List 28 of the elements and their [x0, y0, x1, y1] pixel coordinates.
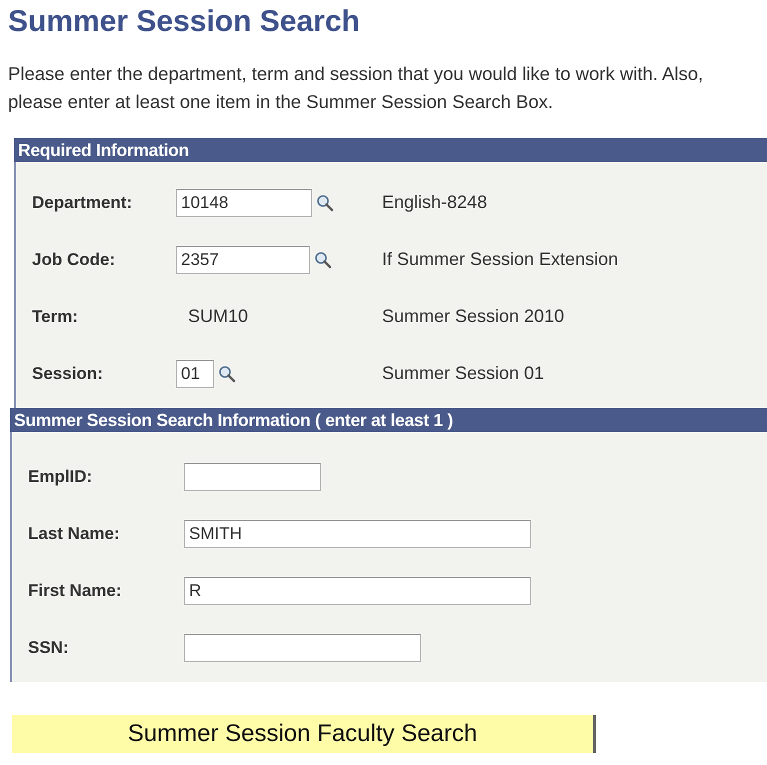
input-field[interactable]: [184, 462, 321, 490]
search-icon[interactable]: [218, 364, 236, 382]
search-icon[interactable]: [314, 250, 332, 268]
field-label: Department:: [31, 192, 134, 212]
field-description: If Summer Session Extension: [382, 249, 618, 270]
field-description: Summer Session 2010: [382, 306, 564, 327]
field-label: SSN:: [27, 638, 70, 658]
field-label: Last Name:: [27, 524, 121, 544]
field-label: Term:: [31, 306, 79, 326]
input-field[interactable]: 2357: [176, 246, 310, 274]
page-title: Summer Session Search: [8, 6, 361, 38]
search-icon[interactable]: [316, 194, 334, 212]
search-button[interactable]: Summer Session Faculty Search: [12, 715, 596, 753]
field-description: English-8248: [382, 192, 488, 213]
field-label: Session:: [31, 364, 104, 384]
field-description: Summer Session 01: [382, 363, 544, 384]
section-header: Required Information: [14, 138, 767, 162]
field-label: First Name:: [27, 580, 123, 600]
input-field[interactable]: [184, 634, 421, 662]
instructions-text: Please enter the department, term and session that you would like to work with. Also, please enter at least one item in the Summer Session Search Box.: [8, 62, 704, 114]
input-field[interactable]: 01: [176, 360, 214, 388]
field-value: SUM10: [187, 306, 248, 327]
input-field[interactable]: SMITH: [184, 520, 531, 548]
section-header: Summer Session Search Information ( enter at least 1 ): [10, 408, 767, 432]
field-label: EmplID:: [27, 466, 94, 486]
field-label: Job Code:: [31, 250, 116, 270]
input-field[interactable]: R: [184, 576, 531, 604]
input-field[interactable]: 10148: [176, 188, 312, 216]
